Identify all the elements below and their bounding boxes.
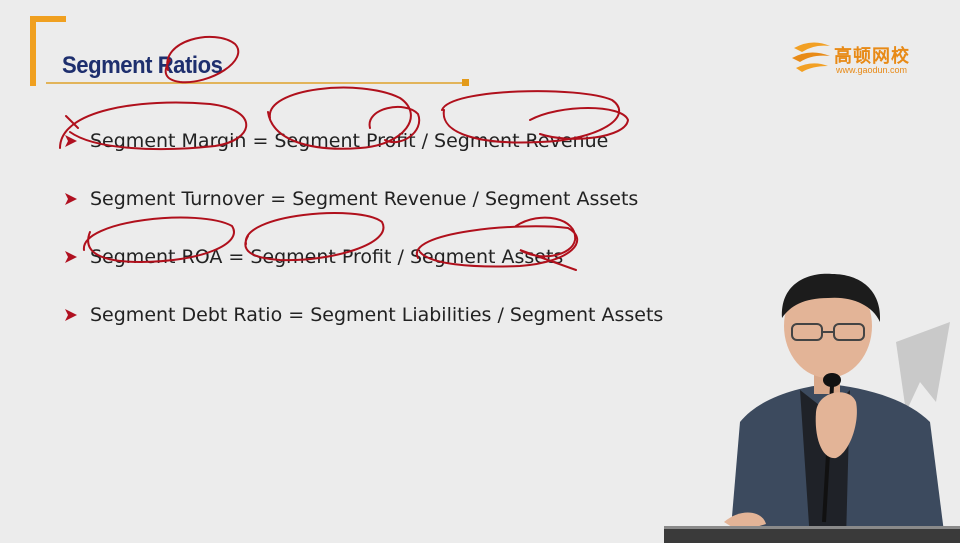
gaodun-logo-icon [792,42,830,72]
bullet-arrow-icon [64,308,90,322]
formula-text: Segment Margin = Segment Profit / Segmen… [90,130,609,152]
logo-url: www.gaodun.com [836,65,908,75]
title-corner-bracket [30,16,66,86]
formula-item-segment-turnover: Segment Turnover = Segment Revenue / Seg… [64,170,663,228]
bullet-arrow-icon [64,250,90,264]
title-underline [46,82,466,84]
formula-item-segment-margin: Segment Margin = Segment Profit / Segmen… [64,112,663,170]
bullet-arrow-icon [64,192,90,206]
slide-title: Segment Ratios [62,52,223,79]
title-underline-endcap [462,79,469,86]
gaodun-logo: 高顿网校 www.gaodun.com [790,38,940,82]
formula-list: Segment Margin = Segment Profit / Segmen… [64,112,663,344]
formula-text: Segment Turnover = Segment Revenue / Seg… [90,188,639,210]
presenter-video [724,273,950,540]
podium [664,526,960,543]
formula-text: Segment Debt Ratio = Segment Liabilities… [90,304,664,326]
bullet-arrow-icon [64,134,90,148]
formula-text: Segment ROA = Segment Profit / Segment A… [90,246,564,268]
formula-item-segment-debt-ratio: Segment Debt Ratio = Segment Liabilities… [64,286,663,344]
formula-item-segment-roa: Segment ROA = Segment Profit / Segment A… [64,228,663,286]
lecture-slide: Segment Ratios 高顿网校 www.gaodun.com Segme… [0,0,960,543]
